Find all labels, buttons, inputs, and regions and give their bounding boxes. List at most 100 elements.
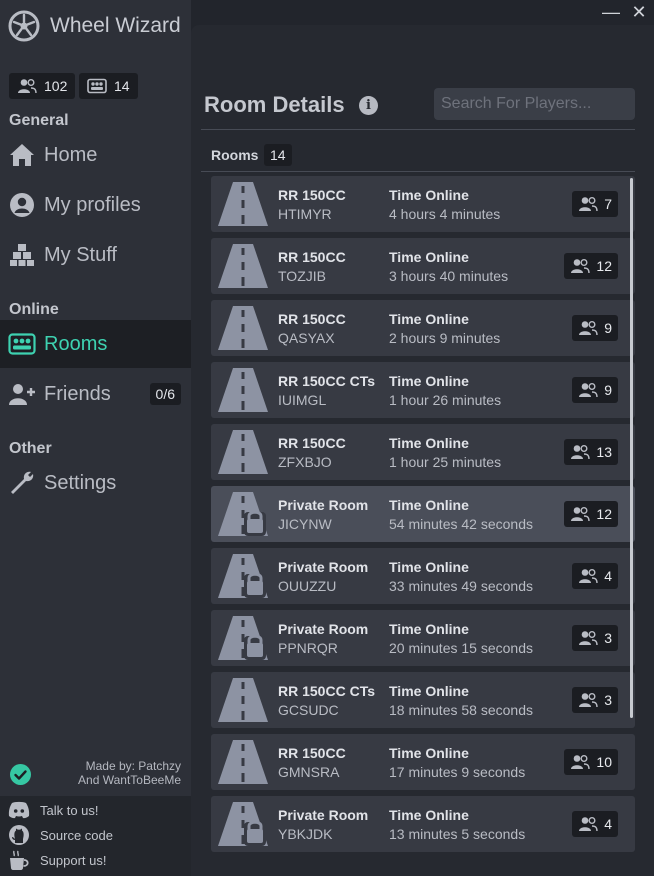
players-icon	[579, 817, 598, 832]
search-input[interactable]	[434, 88, 635, 120]
room-type: RR 150CC CTs	[278, 683, 375, 699]
player-count: 13	[596, 444, 612, 460]
room-card[interactable]: Private Room YBKJDK Time Online 13 minutes …	[211, 796, 635, 852]
player-count: 10	[596, 754, 612, 770]
rooms-label: Rooms	[211, 147, 259, 163]
time-online-value: 2 hours 9 minutes	[389, 330, 501, 346]
room-card[interactable]: RR 150CC QASYAX Time Online 2 hours 9 minut…	[211, 300, 635, 356]
sidebar-item-friends[interactable]: Friends 0/6	[0, 370, 191, 418]
rooms-online-count: 14	[114, 78, 130, 94]
time-online-label: Time Online	[389, 373, 469, 389]
credits-line-1: Made by: Patchzy	[85, 759, 181, 773]
players-online-stat: 102	[9, 73, 76, 99]
support-us-link[interactable]: Support us!	[8, 849, 107, 871]
player-count: 3	[604, 692, 612, 708]
room-card[interactable]: Private Room JICYNW Time Online 54 minutes …	[211, 486, 635, 542]
room-list-scrollbar[interactable]	[630, 178, 633, 718]
player-count: 4	[604, 568, 612, 584]
credits-line-2: And WantToBeeMe	[78, 773, 181, 787]
talk-to-us-link[interactable]: Talk to us!	[8, 799, 99, 821]
page-title: Room Details	[204, 92, 345, 117]
player-count-badge: 12	[564, 501, 618, 527]
room-type: RR 150CC	[278, 745, 346, 761]
close-button[interactable]: ✕	[628, 2, 650, 24]
room-card[interactable]: RR 150CC ZFXBJO Time Online 1 hour 25 minut…	[211, 424, 635, 480]
sidebar-item-rooms[interactable]: Rooms	[0, 320, 191, 368]
sidebar-item-my-stuff[interactable]: My Stuff	[0, 231, 191, 279]
footer-link-label: Talk to us!	[40, 802, 99, 818]
discord-icon	[8, 801, 30, 819]
player-count: 12	[596, 258, 612, 274]
room-list[interactable]: RR 150CC HTIMYR Time Online 4 hours 4 minut…	[211, 176, 635, 876]
home-icon	[8, 141, 36, 169]
player-count-badge: 4	[572, 563, 618, 589]
section-label-other: Other	[9, 440, 52, 457]
time-online-label: Time Online	[389, 187, 469, 203]
track-icon	[218, 306, 268, 350]
header-divider	[201, 129, 635, 130]
sidebar-item-label: Settings	[44, 471, 117, 494]
wrench-icon	[8, 469, 36, 497]
app-title: Wheel Wizard	[50, 14, 181, 37]
players-icon	[579, 569, 598, 584]
source-code-link[interactable]: Source code	[8, 824, 113, 846]
room-card[interactable]: RR 150CC TOZJIB Time Online 3 hours 40 minu…	[211, 238, 635, 294]
time-online-label: Time Online	[389, 621, 469, 637]
player-count: 7	[604, 196, 612, 212]
boxes-icon	[8, 241, 36, 269]
app-window: — ✕ Wheel Wizard 102 14 General Home My …	[0, 0, 654, 876]
sidebar-item-settings[interactable]: Settings	[0, 459, 191, 507]
room-code: IUIMGL	[278, 392, 327, 408]
sidebar-item-home[interactable]: Home	[0, 131, 191, 179]
room-code: GCSUDC	[278, 702, 339, 718]
sidebar-item-label: Rooms	[44, 332, 108, 355]
sidebar-item-label: My Stuff	[44, 243, 117, 266]
sidebar: Wheel Wizard 102 14 General Home My prof…	[0, 0, 191, 876]
time-online-label: Time Online	[389, 435, 469, 451]
rooms-icon	[87, 78, 107, 94]
players-online-count: 102	[44, 78, 68, 94]
room-card[interactable]: Private Room OUUZZU Time Online 33 minutes …	[211, 548, 635, 604]
rooms-divider	[201, 171, 635, 172]
room-type: Private Room	[278, 807, 369, 823]
track-icon	[218, 182, 268, 226]
time-online-value: 4 hours 4 minutes	[389, 206, 501, 222]
room-type: RR 150CC	[278, 435, 346, 451]
time-online-value: 54 minutes 42 seconds	[389, 516, 533, 532]
player-count-badge: 7	[572, 191, 618, 217]
time-online-label: Time Online	[389, 311, 469, 327]
room-card[interactable]: RR 150CC CTs IUIMGL Time Online 1 hour 26 m…	[211, 362, 635, 418]
room-card[interactable]: Private Room PPNRQR Time Online 20 minutes …	[211, 610, 635, 666]
add-friend-icon	[8, 380, 36, 408]
room-code: YBKJDK	[278, 826, 333, 842]
room-type: RR 150CC	[278, 187, 346, 203]
minimize-button[interactable]: —	[600, 2, 622, 24]
private-room-track-icon	[218, 554, 268, 598]
room-code: ZFXBJO	[278, 454, 332, 470]
player-count-badge: 12	[564, 253, 618, 279]
player-count: 9	[604, 382, 612, 398]
track-icon	[218, 430, 268, 474]
room-card[interactable]: RR 150CC GMNSRA Time Online 17 minutes 9 se…	[211, 734, 635, 790]
players-icon	[579, 321, 598, 336]
players-icon	[579, 631, 598, 646]
player-count: 12	[596, 506, 612, 522]
time-online-value: 20 minutes 15 seconds	[389, 640, 533, 656]
time-online-label: Time Online	[389, 497, 469, 513]
track-icon	[218, 740, 268, 784]
footer-link-label: Source code	[40, 827, 113, 843]
players-icon	[18, 79, 37, 94]
private-room-track-icon	[218, 616, 268, 660]
info-icon[interactable]: i	[359, 96, 378, 115]
sidebar-item-my-profiles[interactable]: My profiles	[0, 181, 191, 229]
private-room-track-icon	[218, 492, 268, 536]
room-card[interactable]: RR 150CC HTIMYR Time Online 4 hours 4 minut…	[211, 176, 635, 232]
main-panel: Room Details i Rooms 14 RR 150CC HTIMYR Ti…	[191, 25, 654, 876]
room-card[interactable]: RR 150CC CTs GCSUDC Time Online 18 minutes …	[211, 672, 635, 728]
sidebar-footer: Talk to us! Source code Support us!	[0, 796, 191, 876]
room-type: RR 150CC	[278, 311, 346, 327]
time-online-label: Time Online	[389, 745, 469, 761]
room-type: RR 150CC CTs	[278, 373, 375, 389]
player-count-badge: 3	[572, 625, 618, 651]
players-icon	[579, 383, 598, 398]
